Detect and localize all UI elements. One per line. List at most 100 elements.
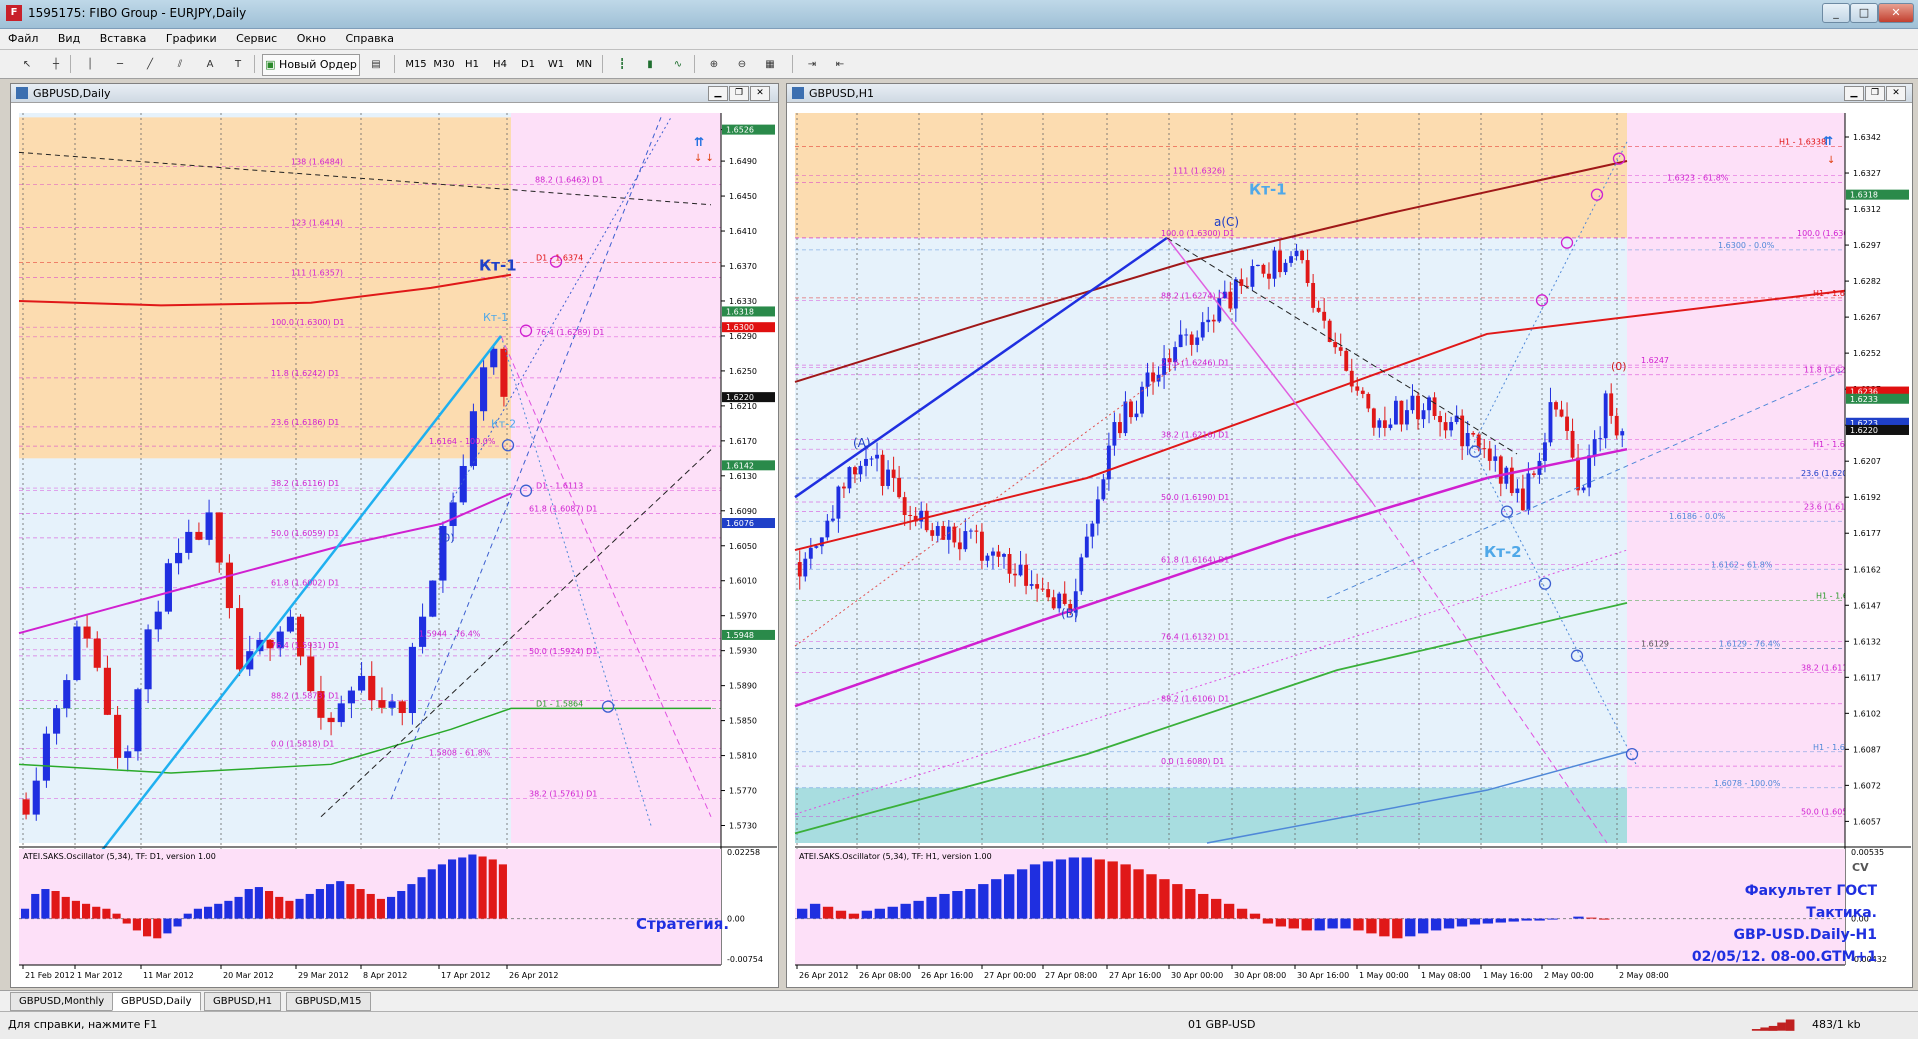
menu-help[interactable]: Справка	[337, 29, 401, 45]
chart-close-button[interactable]: ✕	[1886, 86, 1906, 101]
chart-minimize-button[interactable]: ▁	[1844, 86, 1864, 101]
candle	[886, 469, 891, 486]
fib-label: 1.5944 - 76.4%	[419, 629, 481, 638]
oscillator-bar	[1042, 861, 1054, 919]
candle	[378, 700, 386, 708]
chart-restore-button[interactable]: ❐	[729, 86, 749, 101]
candle	[1576, 457, 1581, 491]
tile-windows-icon[interactable]: ▦	[758, 54, 782, 76]
candle	[836, 486, 841, 519]
strategy-label: Стратегия.	[636, 915, 729, 933]
oscillator-axis-label: 0.02258	[727, 848, 760, 857]
oscillator-bar	[978, 884, 989, 919]
chart-tabs: GBPUSD,Monthly GBPUSD,Daily GBPUSD,H1 GB…	[0, 990, 1918, 1011]
tf-d1[interactable]: D1	[514, 54, 542, 76]
fib-label: 0.0 (1.5818) D1	[271, 740, 334, 749]
menu-file[interactable]: Файл	[0, 29, 46, 45]
menu-insert[interactable]: Вставка	[92, 29, 155, 45]
chart-minimize-button[interactable]: ▁	[708, 86, 728, 101]
candle	[1311, 282, 1316, 308]
autoscroll-icon[interactable]: ⇥	[800, 54, 824, 76]
window-title: 1595175: FIBO Group - EURJPY,Daily	[28, 6, 247, 20]
menu-view[interactable]: Вид	[50, 29, 88, 45]
candle	[803, 558, 808, 577]
bar-chart-icon[interactable]: ┇	[610, 54, 634, 76]
vertical-line-icon[interactable]: │	[78, 54, 102, 76]
horizontal-line-icon[interactable]: ─	[108, 54, 132, 76]
oscillator-bar	[427, 869, 436, 919]
tf-w1[interactable]: W1	[542, 54, 570, 76]
label-icon[interactable]: T	[226, 54, 250, 76]
candle	[1388, 424, 1393, 428]
arrow-up-icon: ⇈	[694, 135, 704, 149]
tab-gbpusd-h1[interactable]: GBPUSD,H1	[204, 992, 282, 1011]
candle	[225, 562, 233, 609]
oscillator-bar	[397, 890, 406, 919]
oscillator-bar	[448, 859, 457, 919]
close-button[interactable]: ✕	[1878, 3, 1914, 23]
tab-gbpusd-monthly[interactable]: GBPUSD,Monthly	[10, 992, 114, 1011]
new-order-label: Новый Ордер	[279, 58, 357, 71]
text-icon[interactable]: A	[198, 54, 222, 76]
candle	[1035, 584, 1040, 589]
line-chart-icon[interactable]: ∿	[666, 54, 690, 76]
oscillator-title: ATEI.SAKS.Oscillator (5,34), TF: D1, ver…	[23, 852, 216, 861]
candle	[32, 780, 40, 815]
new-order-button[interactable]: ▣ Новый Ордер	[262, 54, 360, 76]
tab-gbpusd-m15[interactable]: GBPUSD,M15	[286, 992, 371, 1011]
price-axis-label: 1.6147	[1853, 601, 1881, 610]
oscillator-bar	[1016, 869, 1028, 919]
menu-charts[interactable]: Графики	[158, 29, 225, 45]
chart-close-button[interactable]: ✕	[750, 86, 770, 101]
oscillator-bar	[336, 881, 345, 919]
zoom-out-icon[interactable]: ⊖	[730, 54, 754, 76]
chart-shift-icon[interactable]: ⇤	[828, 54, 852, 76]
candle	[952, 526, 957, 543]
fib-label: 76.4 (1.5931) D1	[271, 641, 339, 650]
menu-window[interactable]: Окно	[289, 29, 334, 45]
candle	[1565, 416, 1569, 431]
tf-m15[interactable]: M15	[402, 54, 430, 76]
fib-label: 88.2 (1.5873) D1	[271, 691, 339, 700]
oscillator-bar	[163, 918, 172, 934]
oscillator-bar	[244, 889, 253, 919]
trendline-icon[interactable]: ╱	[138, 54, 162, 76]
candle	[1504, 467, 1509, 484]
tf-mn[interactable]: MN	[570, 54, 598, 76]
menu-tools[interactable]: Сервис	[228, 29, 285, 45]
candle	[1559, 409, 1564, 417]
tab-gbpusd-daily[interactable]: GBPUSD,Daily	[112, 992, 201, 1011]
zoom-in-icon[interactable]: ⊕	[702, 54, 726, 76]
candle	[1101, 479, 1106, 500]
oscillator-bar	[498, 864, 507, 919]
fib-label: 1.6078 - 100.0%	[1714, 779, 1781, 788]
daily-chart-canvas[interactable]: 138 (1.6484) 88.2 (1.6463) D1 123 (1.6414)…	[11, 103, 777, 986]
history-icon[interactable]: ▤	[364, 54, 388, 76]
crosshair-icon[interactable]: ┼	[44, 54, 68, 76]
price-axis-label: 1.6330	[729, 297, 757, 306]
tf-m30[interactable]: M30	[430, 54, 458, 76]
chart-restore-button[interactable]: ❐	[1865, 86, 1885, 101]
candle	[154, 611, 162, 630]
minimize-button[interactable]: _	[1822, 3, 1850, 23]
oscillator-bar	[366, 893, 375, 919]
tf-h4[interactable]: H4	[486, 54, 514, 76]
candle	[1609, 393, 1614, 416]
candle-chart-icon[interactable]: ▮	[638, 54, 662, 76]
channel-icon[interactable]: ⫽	[168, 54, 192, 76]
maximize-button[interactable]: □	[1850, 3, 1878, 23]
oscillator-bar	[1236, 908, 1248, 919]
oscillator-bar	[1055, 859, 1067, 919]
h1-chart-canvas[interactable]: 111 (1.6326) 100.0 (1.6300) D1 88.2 (1.627…	[787, 103, 1911, 986]
wave-label: (0)	[1611, 360, 1627, 373]
candle	[875, 454, 879, 459]
oscillator-bar	[1301, 918, 1312, 931]
oscillator-bar	[848, 913, 860, 919]
oscillator-title: ATEI.SAKS.Oscillator (5,34), TF: H1, ver…	[799, 852, 992, 861]
cursor-icon[interactable]: ↖	[15, 54, 39, 76]
price-axis-label: 1.6010	[729, 577, 757, 586]
tf-h1[interactable]: H1	[458, 54, 486, 76]
candle	[1024, 564, 1029, 586]
fib-label: D1 - 1.5864	[536, 699, 583, 708]
candle	[1493, 456, 1498, 461]
